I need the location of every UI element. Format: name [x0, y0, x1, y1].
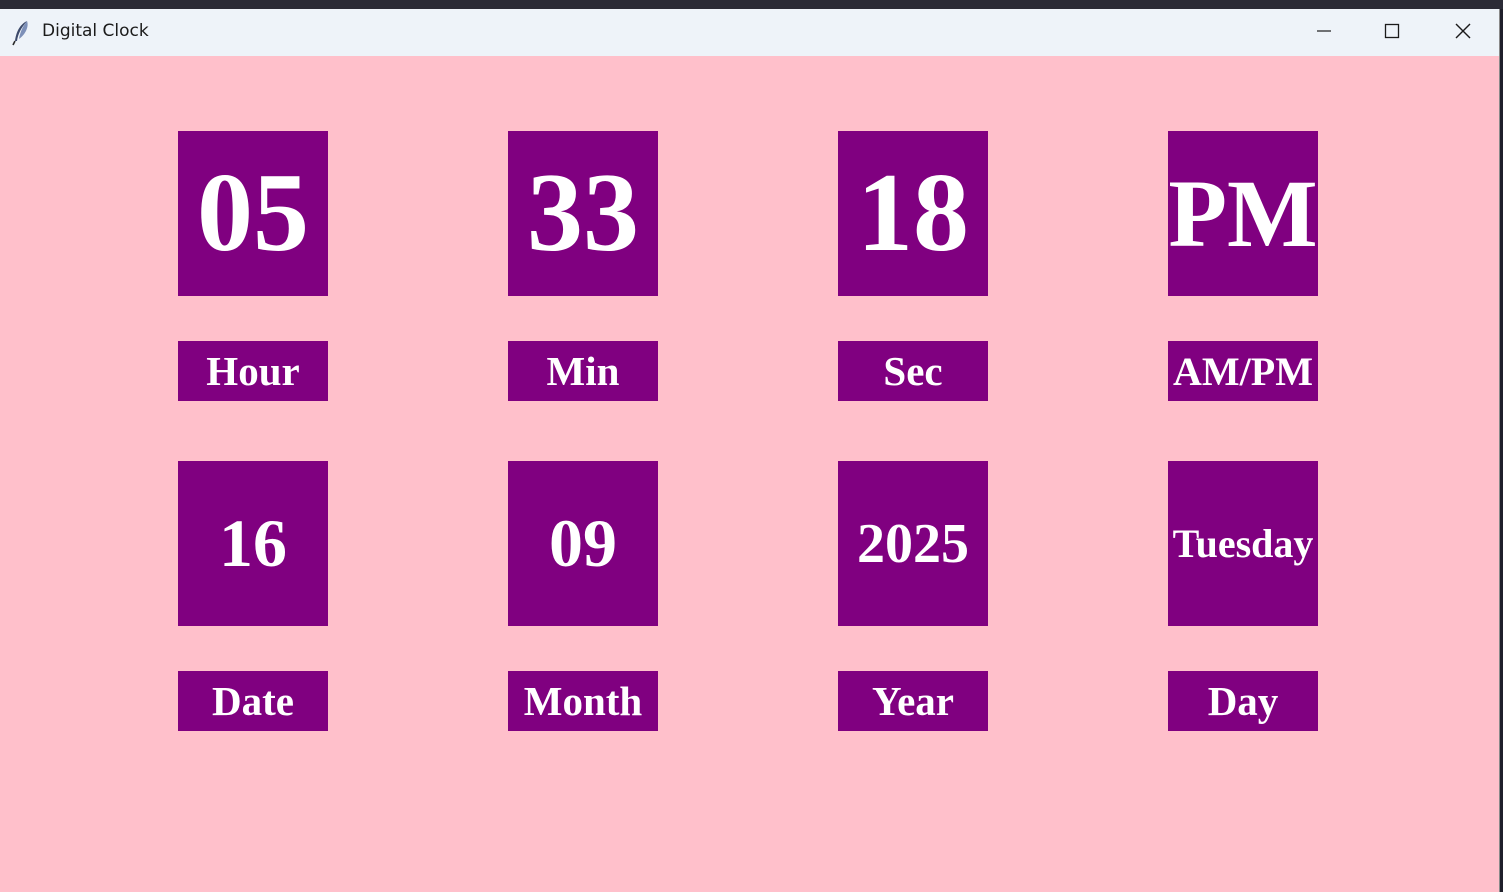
- maximize-button[interactable]: [1362, 9, 1422, 56]
- desktop-background: [0, 0, 1503, 9]
- maximize-icon: [1384, 23, 1400, 43]
- hour-label: Hour: [178, 341, 328, 401]
- day-value: Tuesday: [1168, 461, 1318, 626]
- year-value: 2025: [838, 461, 988, 626]
- minimize-button[interactable]: [1294, 9, 1354, 56]
- minute-label: Min: [508, 341, 658, 401]
- app-window: Digital Clock 05 33 18 PM Hour Min Sec A…: [0, 9, 1500, 892]
- ampm-label: AM/PM: [1168, 341, 1318, 401]
- year-label: Year: [838, 671, 988, 731]
- close-button[interactable]: [1433, 9, 1493, 56]
- month-label: Month: [508, 671, 658, 731]
- close-icon: [1454, 22, 1472, 44]
- month-value: 09: [508, 461, 658, 626]
- date-value: 16: [178, 461, 328, 626]
- ampm-value: PM: [1168, 131, 1318, 296]
- minimize-icon: [1316, 23, 1332, 43]
- date-label: Date: [178, 671, 328, 731]
- window-title: Digital Clock: [42, 21, 149, 41]
- second-value: 18: [838, 131, 988, 296]
- feather-icon: [10, 20, 34, 46]
- second-label: Sec: [838, 341, 988, 401]
- clock-panel: 05 33 18 PM Hour Min Sec AM/PM 16 09 202…: [0, 56, 1499, 892]
- minute-value: 33: [508, 131, 658, 296]
- title-bar[interactable]: Digital Clock: [0, 9, 1499, 56]
- day-label: Day: [1168, 671, 1318, 731]
- hour-value: 05: [178, 131, 328, 296]
